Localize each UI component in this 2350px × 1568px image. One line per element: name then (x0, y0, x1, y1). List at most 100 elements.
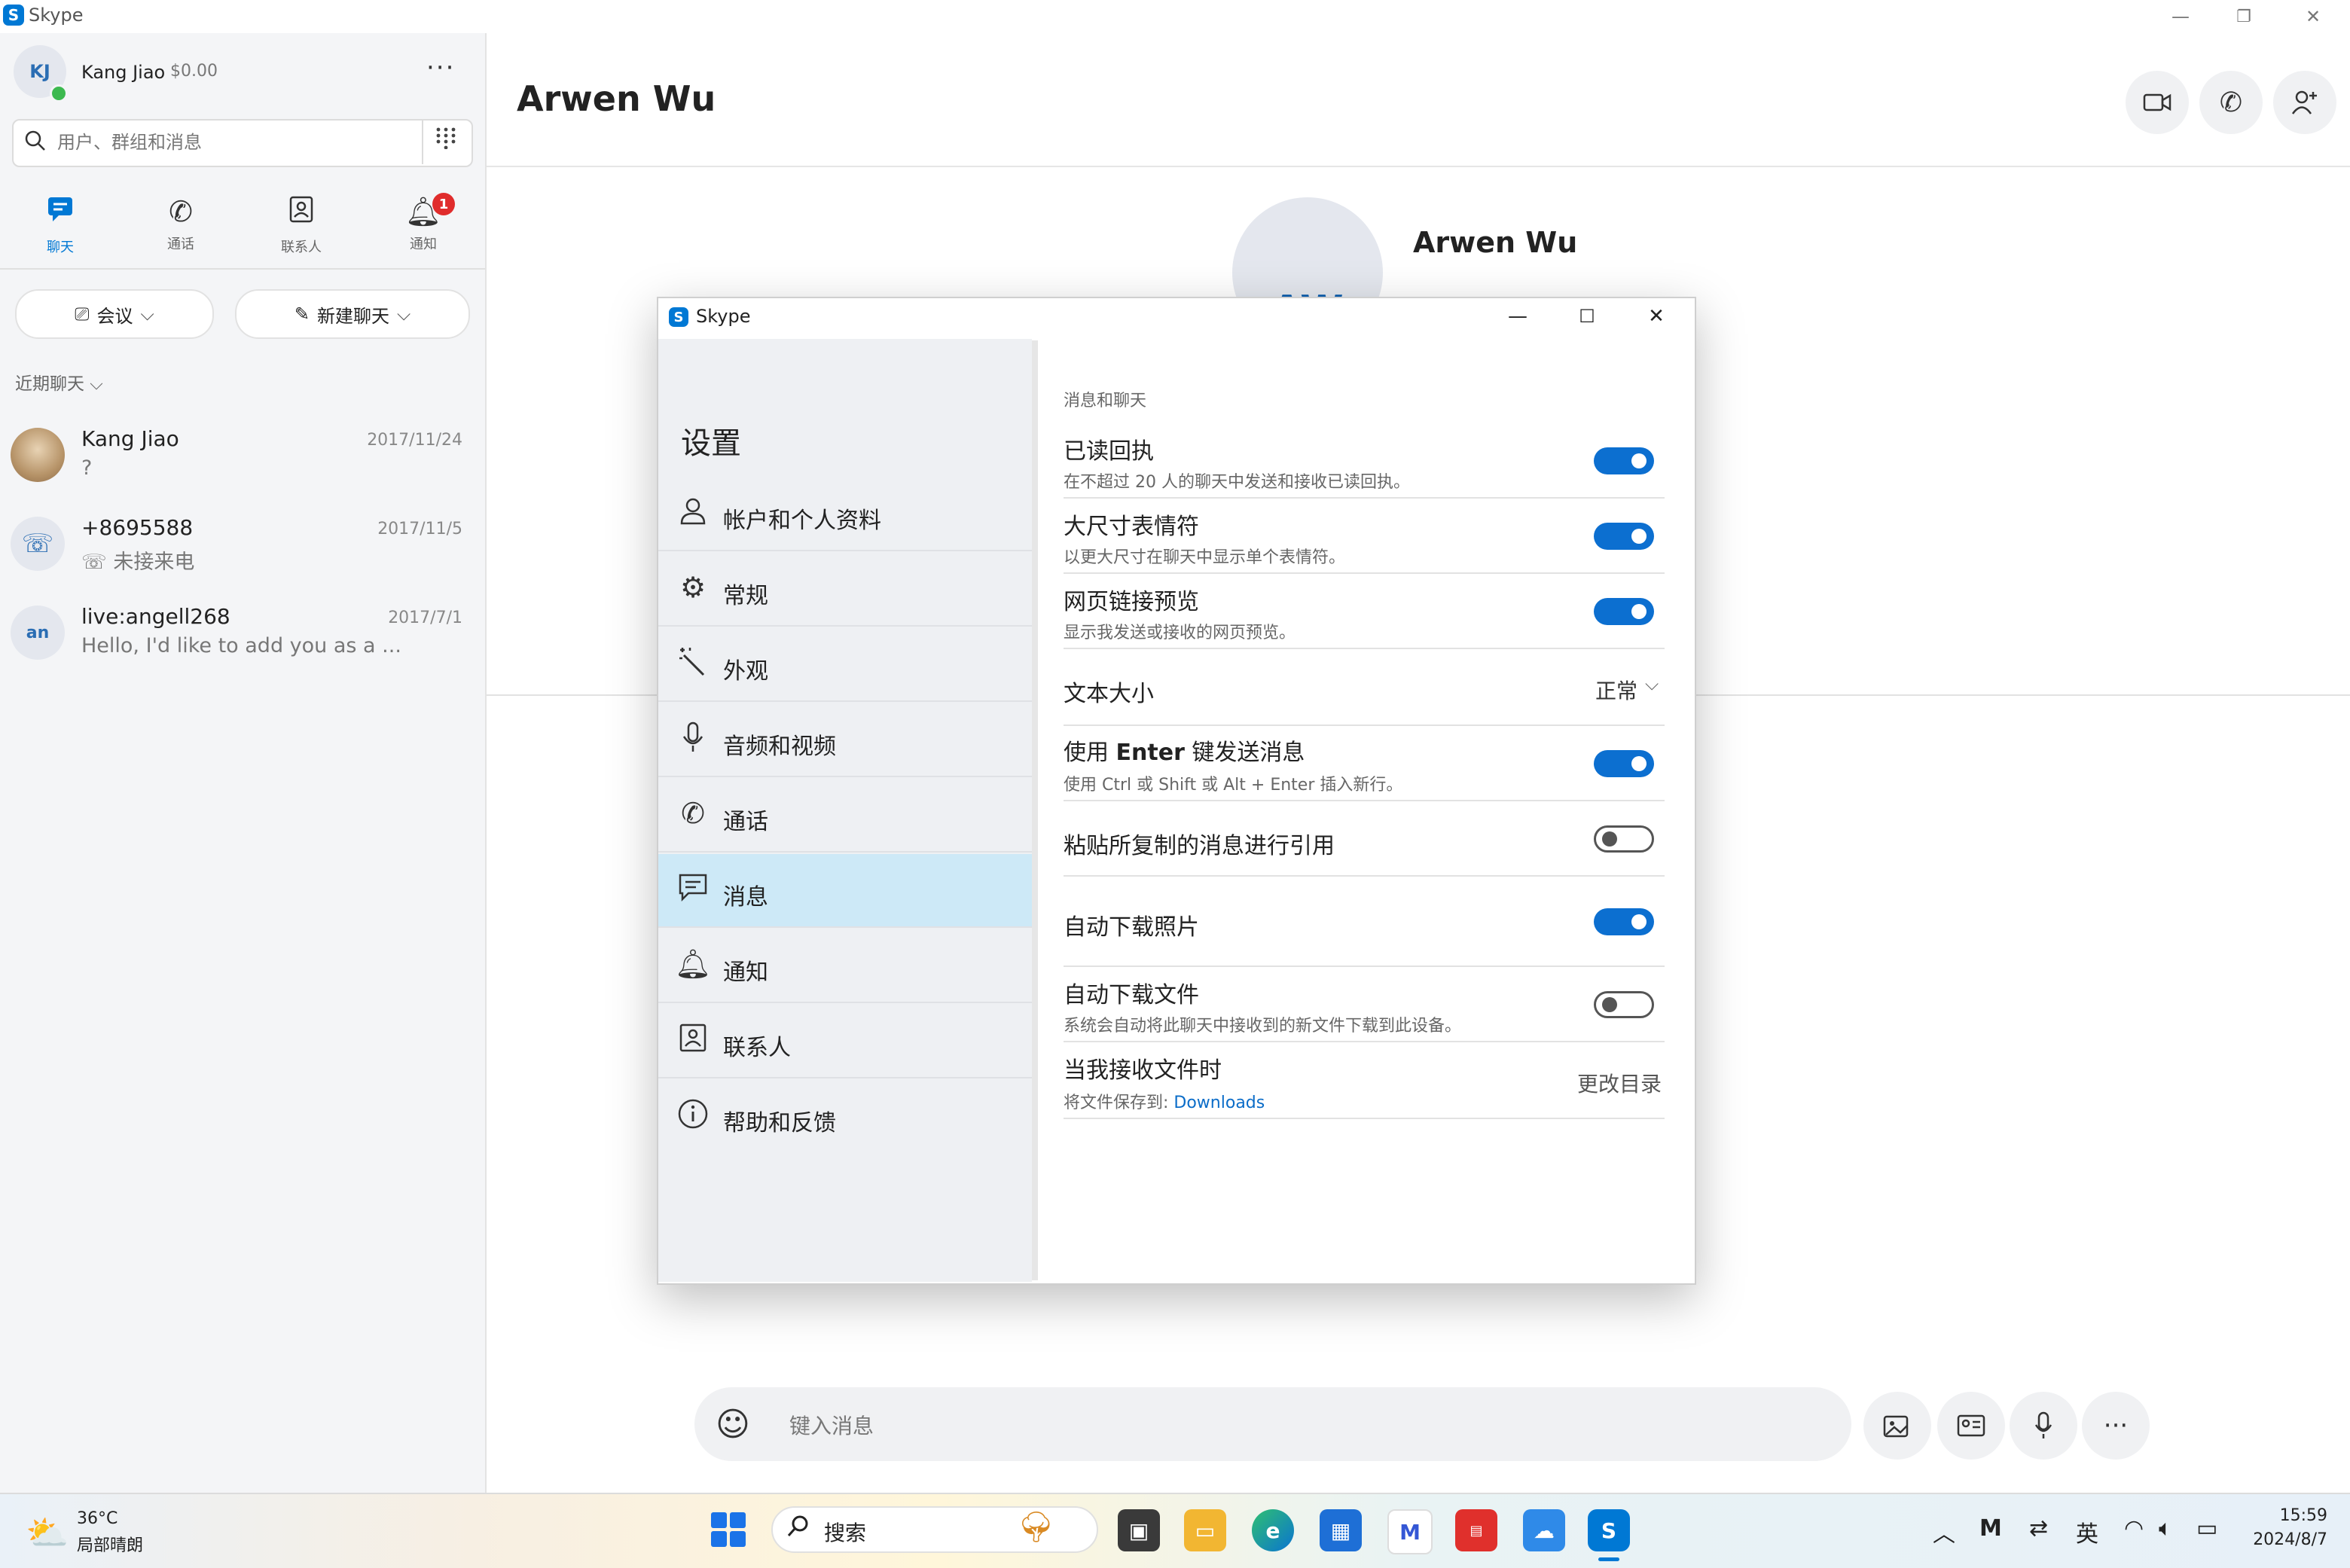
skype-credit[interactable]: $0.00 (170, 62, 218, 81)
contact-name: Arwen Wu (1413, 226, 1578, 259)
chat-list-item[interactable]: an live:angell268 2017/7/1 Hello, I'd li… (0, 592, 485, 681)
settings-nav-general[interactable]: ⚙ 常规 (658, 553, 1032, 627)
dialpad-icon[interactable] (435, 127, 456, 155)
read-receipts-toggle[interactable] (1594, 447, 1654, 474)
tab-chats[interactable]: 聊天 (8, 194, 113, 262)
input-method-indicator[interactable]: 英 (2076, 1515, 2098, 1548)
app-m-icon[interactable]: M (1387, 1509, 1433, 1554)
microphone-icon (675, 721, 711, 760)
settings-nav-messaging[interactable]: 消息 (658, 854, 1032, 928)
search-icon (24, 130, 47, 157)
missed-call-icon: ☏ (81, 551, 114, 574)
tab-calls[interactable]: ✆ 通话 (128, 194, 233, 262)
huawei-appgallery-icon[interactable]: ▤ (1455, 1509, 1497, 1551)
nav-label: 帐户和个人资料 (723, 508, 881, 534)
more-options-button[interactable]: ··· (426, 53, 455, 83)
text-size-dropdown[interactable]: 正常 (1595, 675, 1637, 705)
clock-date[interactable]: 2024/8/7 (2245, 1530, 2327, 1549)
settings-nav-account[interactable]: 帐户和个人资料 (658, 477, 1032, 551)
search-input[interactable] (56, 128, 413, 157)
profile-name[interactable]: Kang Jiao (81, 62, 165, 83)
link-preview-toggle[interactable] (1594, 598, 1654, 625)
skype-logo-icon: S (669, 307, 688, 327)
conversation-title[interactable]: Arwen Wu (517, 78, 716, 119)
settings-sliders-icon[interactable]: ⇄ (2029, 1515, 2048, 1542)
file-explorer-icon[interactable]: ▭ (1184, 1509, 1226, 1551)
setting-description: 使用 Ctrl 或 Shift 或 Alt + Enter 插入新行。 (1064, 776, 1403, 795)
message-input[interactable] (788, 1410, 1815, 1441)
dialog-minimize-button[interactable]: — (1484, 300, 1552, 333)
add-people-button[interactable] (2273, 71, 2336, 134)
window-title: Skype (29, 5, 84, 26)
settings-nav-calls[interactable]: ✆ 通话 (658, 779, 1032, 853)
weather-icon[interactable]: ⛅ (26, 1512, 69, 1554)
downloads-folder-link[interactable]: Downloads (1173, 1094, 1265, 1112)
emoji-icon[interactable]: ☺ (716, 1405, 750, 1444)
clock-time[interactable]: 15:59 (2267, 1506, 2327, 1525)
bell-icon: 🔔︎ (675, 947, 712, 981)
edge-browser-icon[interactable]: e (1252, 1509, 1294, 1551)
skype-taskbar-icon[interactable]: S (1588, 1509, 1630, 1551)
new-chat-button[interactable]: ✎ 新建聊天 ⌵ (235, 289, 470, 339)
settings-nav-help[interactable]: 帮助和反馈 (658, 1080, 1032, 1154)
setting-description: 将文件保存到: Downloads (1064, 1094, 1265, 1112)
app-tray-m-icon[interactable]: M (1979, 1515, 2002, 1542)
bell-icon: 🔔︎ (404, 195, 442, 228)
auto-download-photos-toggle[interactable] (1594, 908, 1654, 935)
enter-to-send-toggle[interactable] (1594, 750, 1654, 777)
setting-row-link-preview: 网页链接预览 显示我发送或接收的网页预览。 (1064, 574, 1665, 649)
setting-description: 显示我发送或接收的网页预览。 (1064, 624, 1296, 642)
change-directory-button[interactable]: 更改目录 (1577, 1068, 1662, 1098)
microsoft-store-icon[interactable]: ▦ (1320, 1509, 1362, 1551)
phone-icon: ✆ (681, 797, 705, 830)
minimize-button[interactable]: — (2147, 0, 2214, 33)
close-button[interactable]: ✕ (2279, 0, 2347, 33)
dialog-close-button[interactable]: ✕ (1622, 300, 1690, 333)
battery-icon[interactable]: ▭ (2196, 1515, 2217, 1542)
share-contact-button[interactable] (1937, 1392, 2005, 1460)
cloud-icon[interactable]: ☁ (1523, 1509, 1565, 1551)
setting-row-large-emoticons: 大尺寸表情符 以更大尺寸在聊天中显示单个表情符。 (1064, 499, 1665, 574)
media-gallery-button[interactable] (1863, 1392, 1931, 1460)
chat-list-item[interactable]: Kang Jiao 2017/11/24 ? (0, 414, 485, 503)
meeting-label: 会议 (96, 305, 133, 327)
tab-label: 通知 (410, 236, 437, 252)
setting-row-file-location: 当我接收文件时 将文件保存到: Downloads (1064, 1042, 1665, 1119)
more-options-button[interactable]: ··· (2082, 1392, 2150, 1460)
audio-call-button[interactable]: ✆ (2199, 71, 2263, 134)
tab-contacts[interactable]: 联系人 (249, 194, 354, 262)
task-view-icon[interactable]: ▣ (1118, 1509, 1160, 1551)
setting-title: 文本大小 (1064, 681, 1154, 707)
dialog-maximize-button[interactable]: ☐ (1553, 300, 1621, 333)
settings-nav-contacts[interactable]: 联系人 (658, 1005, 1032, 1078)
dialog-title: Skype (696, 306, 751, 327)
settings-nav-notifications[interactable]: 🔔︎ 通知 (658, 929, 1032, 1003)
tab-notifications[interactable]: 🔔︎ 通知 (371, 194, 476, 262)
weather-description[interactable]: 局部晴朗 (77, 1532, 143, 1556)
chevron-up-icon[interactable]: ︿ (1933, 1515, 1955, 1548)
running-indicator (1598, 1557, 1619, 1561)
tab-label: 联系人 (281, 239, 322, 255)
person-icon (675, 496, 711, 532)
setting-title: 使用 Enter 键发送消息 (1064, 740, 1305, 766)
meeting-button[interactable]: ⎚ 会议 ⌵ (15, 289, 214, 339)
volume-icon[interactable]: 🔈︎ (2159, 1515, 2172, 1542)
auto-download-files-toggle[interactable] (1594, 991, 1654, 1018)
microphone-button[interactable] (2010, 1392, 2077, 1460)
wifi-icon[interactable]: ◠ (2124, 1515, 2144, 1542)
recent-chats-header[interactable]: 近期聊天 ⌵ (15, 369, 103, 395)
nav-label: 联系人 (723, 1035, 791, 1061)
weather-temperature[interactable]: 36°C (77, 1509, 118, 1528)
large-emoticons-toggle[interactable] (1594, 523, 1654, 550)
settings-nav-appearance[interactable]: 外观 (658, 628, 1032, 702)
restore-button[interactable]: ❐ (2210, 0, 2278, 33)
start-button[interactable] (711, 1512, 746, 1547)
paste-quote-toggle[interactable] (1594, 825, 1654, 853)
chevron-down-icon: ⌵ (140, 304, 154, 325)
settings-nav-audio-video[interactable]: 音频和视频 (658, 703, 1032, 777)
setting-title: 已读回执 (1064, 438, 1154, 465)
scrollbar[interactable] (1032, 340, 1038, 1280)
video-call-button[interactable] (2126, 71, 2189, 134)
chat-list-item[interactable]: ☏ +8695588 2017/11/5 ☏ 未接来电 (0, 503, 485, 592)
skype-logo-icon: S (3, 5, 24, 26)
